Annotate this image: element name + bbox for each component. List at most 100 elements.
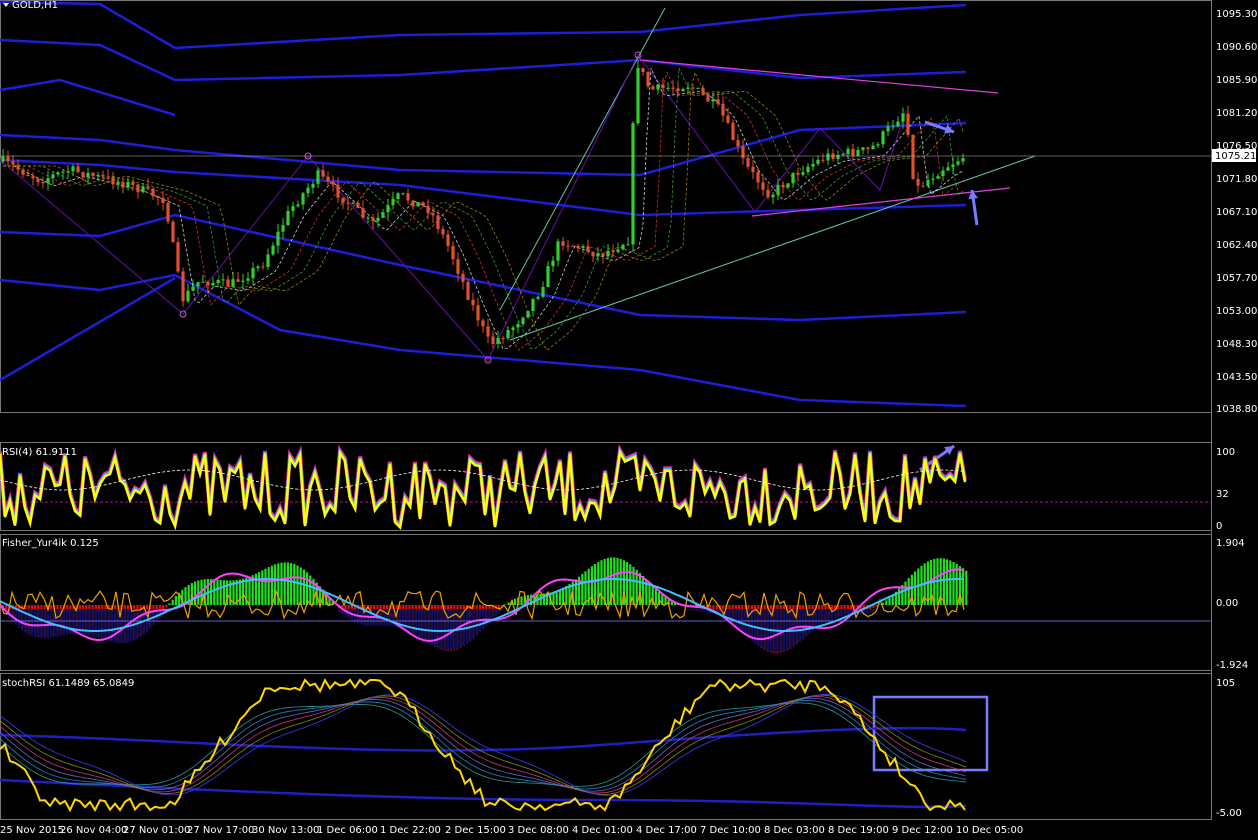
candle-body xyxy=(431,213,435,216)
candle-body xyxy=(401,193,405,195)
candle-body xyxy=(796,172,800,175)
candle-body xyxy=(536,296,540,299)
fisher-bar-shadow xyxy=(40,609,43,639)
time-tick: 10 Dec 05:00 xyxy=(956,825,1023,836)
fisher-scale-zero: 0.00 xyxy=(1216,598,1238,609)
candle-body xyxy=(531,298,535,312)
fisher-bar xyxy=(222,580,225,605)
stoch-ribbon-line xyxy=(0,693,967,796)
candle-body xyxy=(496,338,500,344)
fisher-bar-shadow xyxy=(62,609,65,636)
time-axis: 25 Nov 2015 26 Nov 04:00 27 Nov 01:00 27… xyxy=(0,825,1023,836)
stochrsi-lines xyxy=(0,678,967,813)
rsi-lines xyxy=(0,443,1211,531)
candle-body xyxy=(311,183,315,188)
fisher-bar xyxy=(264,568,267,605)
time-tick: 27 Nov 17:00 xyxy=(187,825,254,836)
candle-body xyxy=(341,197,345,203)
candle-body xyxy=(676,88,680,92)
candle-body xyxy=(716,99,720,104)
fisher-bar-shadow xyxy=(818,609,821,627)
candle-body xyxy=(851,148,855,156)
fisher-bar xyxy=(261,570,264,605)
candle-body xyxy=(476,305,480,321)
candle-body xyxy=(391,199,395,206)
candle-body xyxy=(406,193,410,201)
fisher-bar xyxy=(606,557,609,605)
candle-body xyxy=(661,84,665,89)
candle-body xyxy=(426,205,430,214)
candle-body xyxy=(236,279,240,282)
fisher-bar-shadow xyxy=(98,609,101,638)
candle-body xyxy=(481,320,485,327)
fisher-bar-shadow xyxy=(466,609,469,644)
price-tick: 1090.60 xyxy=(1216,42,1257,53)
candle-body xyxy=(916,178,920,186)
candle-body xyxy=(826,153,830,161)
candle-body xyxy=(901,113,905,122)
fisher-bar-shadow xyxy=(869,609,872,613)
fisher-bar-shadow xyxy=(437,609,440,649)
fisher-bar xyxy=(520,596,523,605)
candle-body xyxy=(361,208,365,218)
price-tick: 1053.00 xyxy=(1216,306,1257,317)
price-tick: 1067.10 xyxy=(1216,207,1257,218)
fisher-bar xyxy=(171,599,174,605)
fisher-bar xyxy=(216,579,219,605)
price-tick: 1038.80 xyxy=(1216,404,1257,415)
chevron-down-icon[interactable] xyxy=(3,3,9,7)
candle-body xyxy=(66,171,70,173)
rsi-label: RSI(4) 61.9111 xyxy=(2,447,77,458)
candle-body xyxy=(351,202,355,204)
fisher-bar-shadow xyxy=(418,609,421,638)
fisher-bar-shadow xyxy=(66,609,69,635)
envelope-band xyxy=(0,38,967,82)
candle-body xyxy=(941,170,945,177)
candle-body xyxy=(896,121,900,127)
annotations xyxy=(872,120,989,772)
candle-body xyxy=(891,126,895,128)
candle-body xyxy=(811,163,815,167)
candle-body xyxy=(911,134,915,179)
fisher-bar-shadow xyxy=(27,609,30,635)
fisher-bar-shadow xyxy=(389,609,392,627)
candle-body xyxy=(46,178,50,184)
price-tick: 1081.20 xyxy=(1216,108,1257,119)
candle-body xyxy=(256,266,260,269)
fisher-bar xyxy=(962,568,965,605)
candle-body xyxy=(26,174,30,177)
candle-body xyxy=(751,166,755,173)
stoch-highlight-box xyxy=(872,695,989,772)
stochrsi-label: stochRSI 61.1489 65.0849 xyxy=(2,678,134,689)
candle-body xyxy=(96,174,100,176)
candle-body xyxy=(326,176,330,182)
rsi-scale-32: 32 xyxy=(1216,489,1229,500)
candle-body xyxy=(771,194,775,198)
candle-body xyxy=(601,253,605,257)
candle-body xyxy=(306,187,310,194)
chart-canvas[interactable]: GOLD,H1 RSI(4) 61.9111 Fisher_Yur4ik 0.1… xyxy=(0,0,1258,840)
candle-body xyxy=(301,193,305,205)
candle-body xyxy=(176,242,180,272)
candle-body xyxy=(486,326,490,337)
candle-body xyxy=(586,246,590,252)
fisher-bar xyxy=(594,563,597,605)
time-tick: 3 Dec 08:00 xyxy=(508,825,569,836)
fisher-bar-shadow xyxy=(443,609,446,650)
fisher-bar xyxy=(600,560,603,605)
candle-body xyxy=(846,148,850,155)
candle-body xyxy=(91,172,95,176)
candle-body xyxy=(41,182,45,184)
candle-body xyxy=(246,278,250,281)
candle-body xyxy=(806,166,810,173)
candle-body xyxy=(446,234,450,246)
candlesticks xyxy=(1,60,965,349)
candle-body xyxy=(201,281,205,283)
candle-body xyxy=(881,131,885,145)
fisher-bar-shadow xyxy=(821,609,824,625)
fisher-bar xyxy=(238,579,241,605)
candle-body xyxy=(331,181,335,185)
fisher-bar-shadow xyxy=(802,609,805,640)
time-tick: 1 Dec 22:00 xyxy=(380,825,441,836)
rsi-scale-0: 0 xyxy=(1216,521,1222,532)
